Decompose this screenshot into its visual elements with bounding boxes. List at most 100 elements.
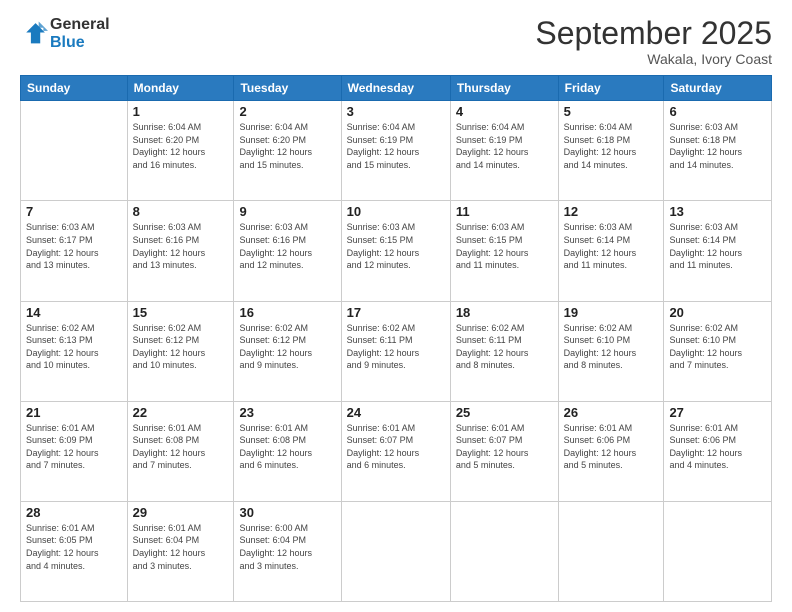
day-info: Sunrise: 6:03 AM Sunset: 6:16 PM Dayligh…	[133, 221, 229, 271]
day-info: Sunrise: 6:04 AM Sunset: 6:20 PM Dayligh…	[239, 121, 335, 171]
day-number: 26	[564, 405, 659, 420]
location-subtitle: Wakala, Ivory Coast	[535, 51, 772, 67]
calendar-cell: 30 Sunrise: 6:00 AM Sunset: 6:04 PM Dayli…	[234, 501, 341, 601]
day-number: 21	[26, 405, 122, 420]
day-info: Sunrise: 6:04 AM Sunset: 6:20 PM Dayligh…	[133, 121, 229, 171]
day-info: Sunrise: 6:01 AM Sunset: 6:07 PM Dayligh…	[347, 422, 445, 472]
calendar-cell: 23Sunrise: 6:01 AM Sunset: 6:08 PM Dayli…	[234, 401, 341, 501]
calendar-cell: 9 Sunrise: 6:03 AM Sunset: 6:16 PM Daylig…	[234, 201, 341, 301]
day-info: Sunrise: 6:04 AM Sunset: 6:18 PM Dayligh…	[564, 121, 659, 171]
day-info: Sunrise: 6:02 AM Sunset: 6:11 PM Dayligh…	[456, 322, 553, 372]
day-header-monday: Monday	[127, 76, 234, 101]
day-info: Sunrise: 6:04 AM Sunset: 6:19 PM Dayligh…	[456, 121, 553, 171]
calendar-cell: 25 Sunrise: 6:01 AM Sunset: 6:07 PM Dayli…	[450, 401, 558, 501]
calendar-cell: 18 Sunrise: 6:02 AM Sunset: 6:11 PM Dayli…	[450, 301, 558, 401]
calendar-cell	[21, 101, 128, 201]
calendar: SundayMondayTuesdayWednesdayThursdayFrid…	[20, 75, 772, 602]
logo: General Blue	[20, 16, 110, 51]
day-header-saturday: Saturday	[664, 76, 772, 101]
day-info: Sunrise: 6:03 AM Sunset: 6:16 PM Dayligh…	[239, 221, 335, 271]
day-info: Sunrise: 6:00 AM Sunset: 6:04 PM Dayligh…	[239, 522, 335, 572]
day-info: Sunrise: 6:02 AM Sunset: 6:12 PM Dayligh…	[133, 322, 229, 372]
day-header-tuesday: Tuesday	[234, 76, 341, 101]
calendar-cell: 27 Sunrise: 6:01 AM Sunset: 6:06 PM Dayli…	[664, 401, 772, 501]
day-header-friday: Friday	[558, 76, 664, 101]
day-info: Sunrise: 6:03 AM Sunset: 6:15 PM Dayligh…	[456, 221, 553, 271]
day-info: Sunrise: 6:01 AM Sunset: 6:06 PM Dayligh…	[669, 422, 766, 472]
day-info: Sunrise: 6:02 AM Sunset: 6:11 PM Dayligh…	[347, 322, 445, 372]
calendar-cell	[450, 501, 558, 601]
day-number: 30	[239, 505, 335, 520]
calendar-cell: 3 Sunrise: 6:04 AM Sunset: 6:19 PM Daylig…	[341, 101, 450, 201]
calendar-week-5: 28Sunrise: 6:01 AM Sunset: 6:05 PM Dayli…	[21, 501, 772, 601]
calendar-body: 1Sunrise: 6:04 AM Sunset: 6:20 PM Daylig…	[21, 101, 772, 602]
day-info: Sunrise: 6:04 AM Sunset: 6:19 PM Dayligh…	[347, 121, 445, 171]
calendar-cell: 15Sunrise: 6:02 AM Sunset: 6:12 PM Dayli…	[127, 301, 234, 401]
calendar-cell: 11 Sunrise: 6:03 AM Sunset: 6:15 PM Dayli…	[450, 201, 558, 301]
day-info: Sunrise: 6:03 AM Sunset: 6:15 PM Dayligh…	[347, 221, 445, 271]
logo-icon	[20, 20, 48, 48]
day-number: 17	[347, 305, 445, 320]
calendar-cell: 6 Sunrise: 6:03 AM Sunset: 6:18 PM Daylig…	[664, 101, 772, 201]
calendar-cell: 21 Sunrise: 6:01 AM Sunset: 6:09 PM Dayli…	[21, 401, 128, 501]
day-info: Sunrise: 6:02 AM Sunset: 6:12 PM Dayligh…	[239, 322, 335, 372]
day-header-wednesday: Wednesday	[341, 76, 450, 101]
day-number: 11	[456, 204, 553, 219]
day-info: Sunrise: 6:03 AM Sunset: 6:14 PM Dayligh…	[564, 221, 659, 271]
day-info: Sunrise: 6:01 AM Sunset: 6:09 PM Dayligh…	[26, 422, 122, 472]
day-number: 10	[347, 204, 445, 219]
calendar-cell: 17 Sunrise: 6:02 AM Sunset: 6:11 PM Dayli…	[341, 301, 450, 401]
day-number: 25	[456, 405, 553, 420]
day-info: Sunrise: 6:02 AM Sunset: 6:10 PM Dayligh…	[669, 322, 766, 372]
day-number: 23	[239, 405, 335, 420]
logo-blue: Blue	[50, 34, 110, 52]
day-info: Sunrise: 6:02 AM Sunset: 6:13 PM Dayligh…	[26, 322, 122, 372]
calendar-week-4: 21 Sunrise: 6:01 AM Sunset: 6:09 PM Dayli…	[21, 401, 772, 501]
day-number: 14	[26, 305, 122, 320]
day-info: Sunrise: 6:02 AM Sunset: 6:10 PM Dayligh…	[564, 322, 659, 372]
day-info: Sunrise: 6:03 AM Sunset: 6:17 PM Dayligh…	[26, 221, 122, 271]
calendar-cell: 22 Sunrise: 6:01 AM Sunset: 6:08 PM Dayli…	[127, 401, 234, 501]
month-title: September 2025	[535, 16, 772, 51]
calendar-cell	[558, 501, 664, 601]
calendar-cell: 1Sunrise: 6:04 AM Sunset: 6:20 PM Daylig…	[127, 101, 234, 201]
calendar-week-1: 1Sunrise: 6:04 AM Sunset: 6:20 PM Daylig…	[21, 101, 772, 201]
day-number: 3	[347, 104, 445, 119]
day-number: 24	[347, 405, 445, 420]
calendar-week-2: 7Sunrise: 6:03 AM Sunset: 6:17 PM Daylig…	[21, 201, 772, 301]
day-number: 9	[239, 204, 335, 219]
day-number: 19	[564, 305, 659, 320]
calendar-header: SundayMondayTuesdayWednesdayThursdayFrid…	[21, 76, 772, 101]
day-number: 5	[564, 104, 659, 119]
day-info: Sunrise: 6:01 AM Sunset: 6:04 PM Dayligh…	[133, 522, 229, 572]
day-number: 29	[133, 505, 229, 520]
day-info: Sunrise: 6:01 AM Sunset: 6:06 PM Dayligh…	[564, 422, 659, 472]
calendar-cell: 2 Sunrise: 6:04 AM Sunset: 6:20 PM Daylig…	[234, 101, 341, 201]
day-header-row: SundayMondayTuesdayWednesdayThursdayFrid…	[21, 76, 772, 101]
day-number: 8	[133, 204, 229, 219]
day-info: Sunrise: 6:01 AM Sunset: 6:05 PM Dayligh…	[26, 522, 122, 572]
day-number: 27	[669, 405, 766, 420]
day-info: Sunrise: 6:01 AM Sunset: 6:08 PM Dayligh…	[133, 422, 229, 472]
logo-general: General	[50, 16, 110, 34]
day-number: 16	[239, 305, 335, 320]
calendar-cell: 29 Sunrise: 6:01 AM Sunset: 6:04 PM Dayli…	[127, 501, 234, 601]
calendar-cell: 4Sunrise: 6:04 AM Sunset: 6:19 PM Daylig…	[450, 101, 558, 201]
day-number: 2	[239, 104, 335, 119]
calendar-cell: 7Sunrise: 6:03 AM Sunset: 6:17 PM Daylig…	[21, 201, 128, 301]
day-number: 20	[669, 305, 766, 320]
calendar-cell: 12Sunrise: 6:03 AM Sunset: 6:14 PM Dayli…	[558, 201, 664, 301]
calendar-cell	[664, 501, 772, 601]
day-number: 18	[456, 305, 553, 320]
day-info: Sunrise: 6:03 AM Sunset: 6:18 PM Dayligh…	[669, 121, 766, 171]
calendar-cell	[341, 501, 450, 601]
calendar-cell: 28Sunrise: 6:01 AM Sunset: 6:05 PM Dayli…	[21, 501, 128, 601]
calendar-cell: 14 Sunrise: 6:02 AM Sunset: 6:13 PM Dayli…	[21, 301, 128, 401]
calendar-cell: 10 Sunrise: 6:03 AM Sunset: 6:15 PM Dayli…	[341, 201, 450, 301]
day-number: 13	[669, 204, 766, 219]
day-number: 22	[133, 405, 229, 420]
calendar-cell: 16 Sunrise: 6:02 AM Sunset: 6:12 PM Dayli…	[234, 301, 341, 401]
day-number: 6	[669, 104, 766, 119]
header: General Blue September 2025 Wakala, Ivor…	[20, 16, 772, 67]
day-info: Sunrise: 6:01 AM Sunset: 6:07 PM Dayligh…	[456, 422, 553, 472]
